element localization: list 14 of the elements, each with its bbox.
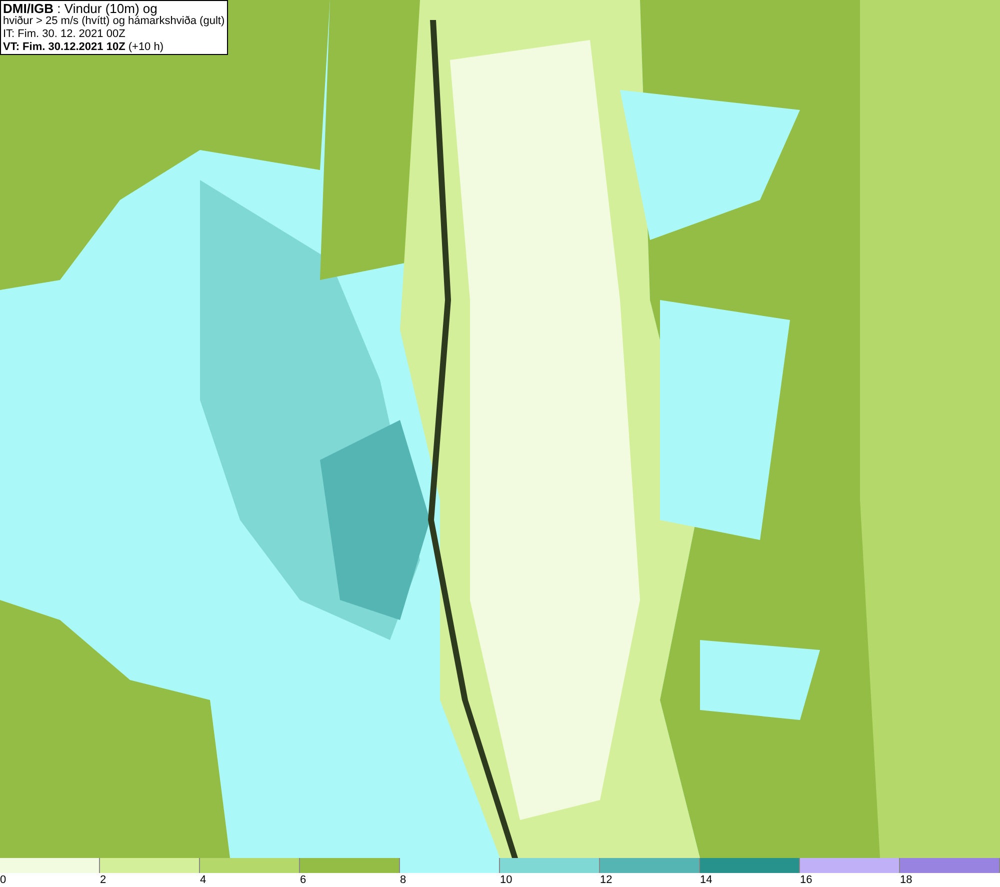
scale-label: 0 [0,873,6,887]
scale-label: 2 [100,873,106,887]
scale-label: 12 [600,873,612,887]
info-text: VT: Fim. 30.12.2021 10Z (+10 h) [3,41,165,54]
info-text: IT: Fim. 30. 12. 2021 00Z [3,28,126,41]
scale-label: 18 [900,873,912,887]
scale-label: 4 [200,873,206,887]
scale-label: 14 [700,873,712,887]
info-text: hviður > 25 m/s (hvítt) og hámarkshviða (gult) [3,15,225,28]
scale-label: 16 [800,873,812,887]
scale-label: 10 [500,873,512,887]
scale-label: 8 [400,873,406,887]
info-text: DMI/IGB : Vindur (10m) og [3,2,158,15]
scale-label: 6 [300,873,306,887]
